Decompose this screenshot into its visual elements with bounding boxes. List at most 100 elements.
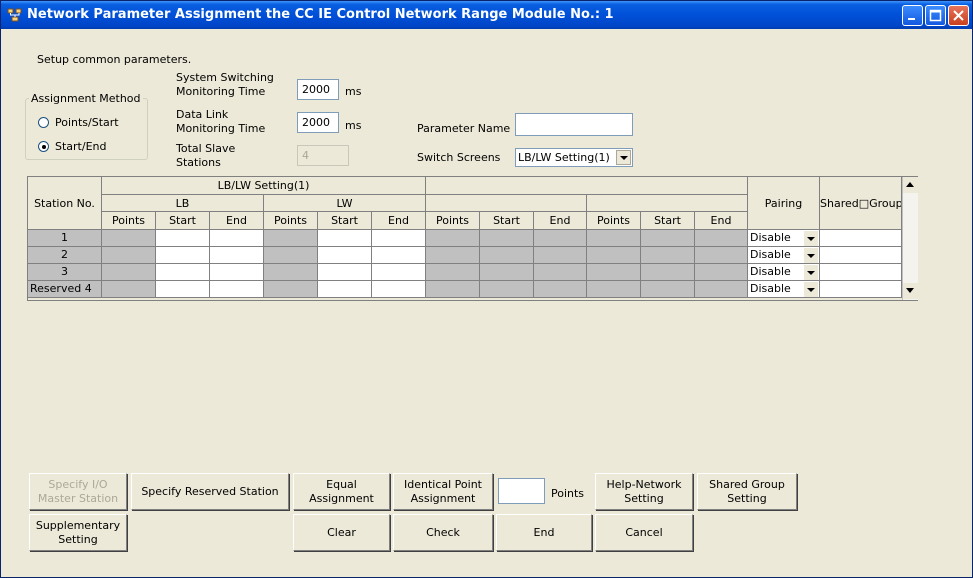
shared-group-cell[interactable] — [820, 230, 902, 247]
close-button[interactable] — [948, 5, 969, 26]
total-slave-input — [297, 145, 349, 166]
equal-assignment-button[interactable]: Equal Assignment — [293, 473, 390, 510]
shared-group-cell[interactable] — [820, 247, 902, 264]
chevron-down-icon[interactable] — [804, 231, 818, 246]
specify-reserved-station-button[interactable]: Specify Reserved Station — [131, 473, 289, 510]
assignment-method-label: Assignment Method — [29, 92, 143, 105]
table-cell[interactable] — [534, 247, 587, 264]
scroll-up-icon[interactable] — [903, 177, 918, 193]
table-cell[interactable] — [534, 281, 587, 298]
lw-header: LW — [264, 195, 426, 212]
pairing-dropdown[interactable]: Disable — [748, 247, 820, 264]
table-cell[interactable] — [318, 247, 372, 264]
radio-points-start[interactable] — [38, 117, 49, 128]
table-cell[interactable] — [102, 230, 156, 247]
blank-subgroup-2 — [587, 195, 748, 212]
table-cell[interactable] — [480, 247, 534, 264]
table-cell[interactable] — [695, 230, 748, 247]
chevron-down-icon[interactable] — [804, 248, 818, 263]
system-switching-input[interactable] — [297, 79, 339, 100]
radio-start-end[interactable] — [38, 141, 49, 152]
table-cell[interactable] — [641, 230, 695, 247]
minimize-button[interactable] — [902, 5, 923, 26]
pairing-header: Pairing — [748, 177, 820, 230]
lb-start-header: Start — [156, 212, 210, 230]
radio-points-start-label: Points/Start — [55, 116, 119, 129]
specify-io-master-station-button[interactable]: Specify I/O Master Station — [29, 473, 127, 510]
table-cell[interactable] — [264, 247, 318, 264]
table-cell[interactable] — [426, 281, 480, 298]
lw-end-header: End — [372, 212, 426, 230]
table-cell[interactable] — [480, 281, 534, 298]
table-cell[interactable] — [318, 281, 372, 298]
shared-group-setting-button[interactable]: Shared Group Setting — [697, 473, 797, 510]
table-cell[interactable] — [264, 281, 318, 298]
table-cell[interactable] — [587, 247, 641, 264]
table-cell[interactable] — [426, 230, 480, 247]
pairing-dropdown[interactable]: Disable — [748, 281, 820, 298]
table-cell[interactable] — [318, 264, 372, 281]
table-cell[interactable] — [480, 264, 534, 281]
check-button[interactable]: Check — [393, 514, 493, 551]
table-cell[interactable] — [102, 264, 156, 281]
pairing-dropdown[interactable]: Disable — [748, 264, 820, 281]
table-cell[interactable] — [372, 281, 426, 298]
pairing-dropdown[interactable]: Disable — [748, 230, 820, 247]
table-cell[interactable] — [102, 281, 156, 298]
chevron-down-icon[interactable] — [804, 282, 818, 297]
table-cell[interactable] — [372, 230, 426, 247]
table-cell[interactable] — [264, 230, 318, 247]
table-cell[interactable] — [534, 230, 587, 247]
table-cell[interactable] — [587, 230, 641, 247]
table-cell[interactable] — [210, 264, 264, 281]
scroll-down-icon[interactable] — [903, 283, 918, 299]
station-no-header: Station No. — [28, 177, 102, 230]
table-cell[interactable] — [156, 281, 210, 298]
supplementary-setting-button[interactable]: Supplementary Setting — [29, 514, 127, 551]
data-link-label: Data Link Monitoring Time — [176, 108, 266, 135]
table-cell[interactable] — [695, 281, 748, 298]
table-cell[interactable] — [695, 264, 748, 281]
identical-point-assignment-button[interactable]: Identical Point Assignment — [393, 473, 493, 510]
table-cell[interactable] — [641, 247, 695, 264]
table-cell[interactable] — [426, 247, 480, 264]
table-cell[interactable] — [426, 264, 480, 281]
help-network-setting-button[interactable]: Help-Network Setting — [595, 473, 693, 510]
shared-group-cell[interactable] — [820, 264, 902, 281]
data-link-input[interactable] — [297, 112, 339, 133]
chevron-down-icon[interactable] — [804, 265, 818, 280]
grid-vertical-scrollbar[interactable] — [902, 177, 918, 300]
table-cell[interactable] — [641, 264, 695, 281]
title-bar[interactable]: Network Parameter Assignment the CC IE C… — [1, 1, 972, 29]
table-cell[interactable] — [587, 264, 641, 281]
table-cell[interactable] — [372, 264, 426, 281]
table-cell[interactable] — [587, 281, 641, 298]
table-cell[interactable] — [210, 247, 264, 264]
points-input[interactable] — [498, 478, 545, 504]
table-cell[interactable] — [156, 230, 210, 247]
table-cell[interactable] — [102, 247, 156, 264]
lw-points-header: Points — [264, 212, 318, 230]
table-cell[interactable] — [372, 247, 426, 264]
clear-button[interactable]: Clear — [293, 514, 390, 551]
station-number-cell: 3 — [28, 264, 102, 281]
table-cell[interactable] — [156, 247, 210, 264]
table-cell[interactable] — [210, 230, 264, 247]
switch-screens-select[interactable]: LB/LW Setting(1) — [515, 148, 633, 167]
x2-end-header: End — [695, 212, 748, 230]
table-cell[interactable] — [641, 281, 695, 298]
maximize-button[interactable] — [925, 5, 946, 26]
table-cell[interactable] — [534, 264, 587, 281]
table-cell[interactable] — [318, 230, 372, 247]
table-cell[interactable] — [156, 264, 210, 281]
table-cell[interactable] — [695, 247, 748, 264]
end-button[interactable]: End — [496, 514, 592, 551]
table-cell[interactable] — [480, 230, 534, 247]
close-icon — [953, 10, 964, 21]
system-switching-label: System Switching Monitoring Time — [176, 71, 274, 98]
table-cell[interactable] — [210, 281, 264, 298]
parameter-name-input[interactable] — [515, 113, 633, 136]
shared-group-cell[interactable] — [820, 281, 902, 298]
table-cell[interactable] — [264, 264, 318, 281]
cancel-button[interactable]: Cancel — [595, 514, 693, 551]
